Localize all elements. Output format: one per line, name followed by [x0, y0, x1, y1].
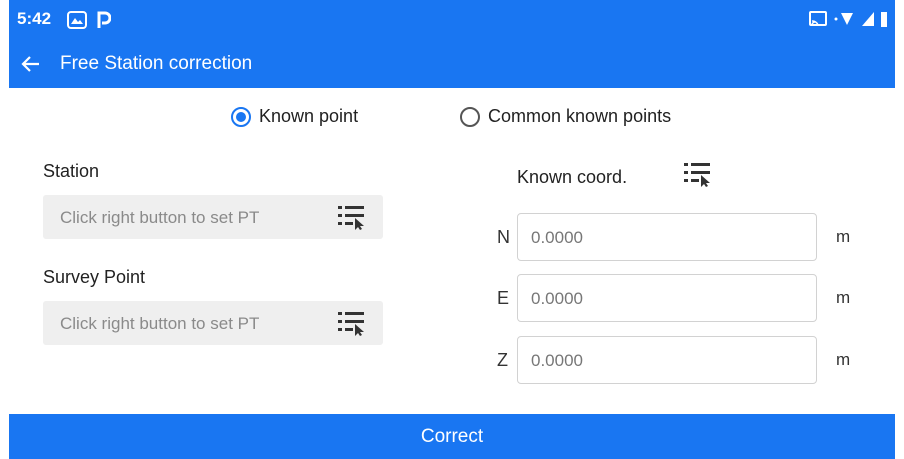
radio-unchecked-icon [460, 106, 480, 127]
northing-value: 0.0000 [531, 228, 583, 247]
radio-label: Common known points [488, 106, 672, 126]
wifi-icon [833, 11, 855, 32]
correct-button[interactable]: Correct [9, 414, 895, 459]
status-icons [809, 11, 887, 32]
radio-checked-icon [231, 106, 251, 127]
known-coord-label: Known coord. [517, 167, 628, 187]
station-label: Station [43, 161, 100, 181]
station-placeholder: Click right button to set PT [60, 208, 260, 227]
station-pick-list-icon[interactable] [336, 204, 366, 230]
photos-icon [67, 11, 87, 34]
parking-app-icon [97, 11, 112, 34]
radio-label: Known point [259, 106, 359, 126]
survey-point-placeholder: Click right button to set PT [60, 314, 260, 333]
coord-row-e: E 0.0000 m [481, 274, 871, 324]
elevation-input[interactable]: 0.0000 [517, 336, 817, 384]
page-title: Free Station correction [60, 53, 253, 74]
coord-row-z: Z 0.0000 m [481, 336, 871, 386]
coord-unit: m [836, 350, 851, 369]
survey-point-label: Survey Point [43, 267, 146, 287]
status-bar: 5:42 [9, 0, 895, 40]
easting-value: 0.0000 [531, 289, 583, 308]
signal-icon [861, 11, 875, 32]
app-window: 5:42 Free Station correction Known point… [9, 0, 895, 459]
battery-icon [881, 11, 887, 32]
cast-icon [809, 11, 827, 32]
back-arrow-icon[interactable] [19, 52, 43, 76]
coord-axis-label: E [497, 288, 510, 308]
radio-known-point[interactable]: Known point [231, 106, 358, 127]
survey-point-pick-list-icon[interactable] [336, 310, 366, 336]
status-time: 5:42 [17, 9, 52, 28]
survey-point-field[interactable]: Click right button to set PT [43, 301, 383, 345]
coord-unit: m [836, 288, 851, 307]
station-field[interactable]: Click right button to set PT [43, 195, 383, 239]
coord-unit: m [836, 227, 851, 246]
coord-row-n: N 0.0000 m [481, 213, 871, 263]
easting-input[interactable]: 0.0000 [517, 274, 817, 322]
coord-axis-label: Z [497, 350, 508, 370]
radio-common-known-points[interactable]: Common known points [460, 106, 671, 127]
northing-input[interactable]: 0.0000 [517, 213, 817, 261]
known-coord-pick-list-icon[interactable] [682, 161, 712, 187]
coord-axis-label: N [497, 227, 510, 247]
elevation-value: 0.0000 [531, 351, 583, 370]
app-bar: Free Station correction [9, 40, 895, 88]
